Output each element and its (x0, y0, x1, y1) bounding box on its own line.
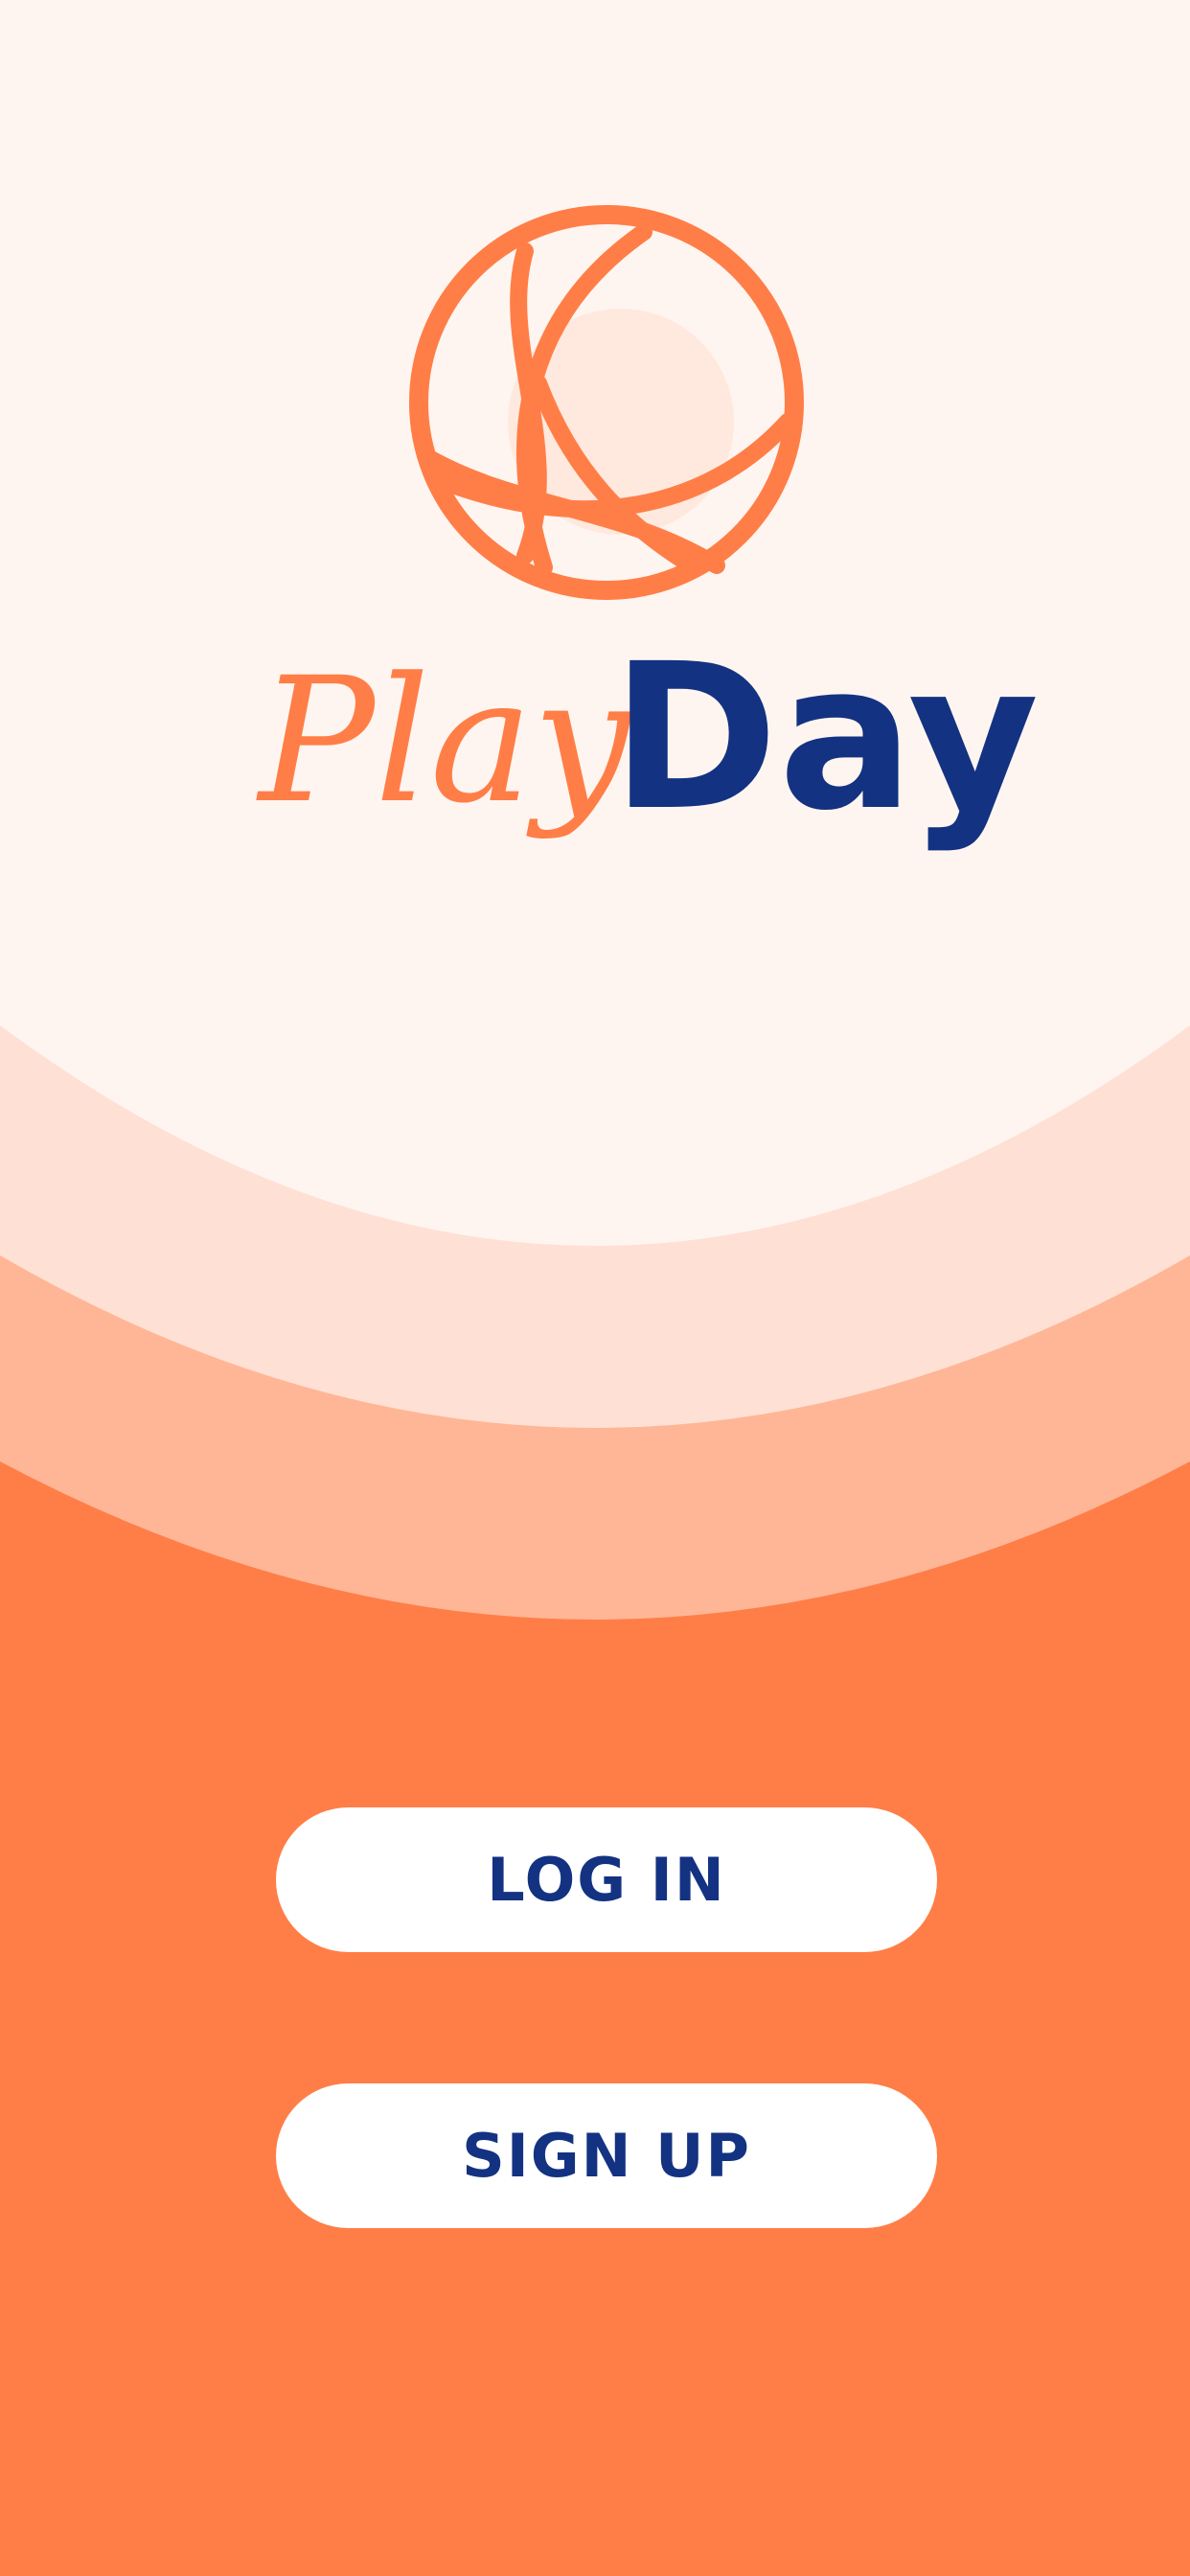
logo-word-day: Day (611, 620, 1039, 855)
signup-button[interactable]: SIGN UP (276, 2083, 937, 2228)
welcome-screen: Play Day LOG IN SIGN UP (0, 0, 1190, 2576)
login-button-label: LOG IN (487, 1845, 726, 1915)
basketball-icon (409, 205, 804, 600)
logo-word-play: Play (256, 641, 632, 841)
app-logo: Play Day (256, 205, 1039, 855)
wave-band-orange (0, 1461, 1190, 2576)
login-button[interactable]: LOG IN (276, 1807, 937, 1952)
signup-button-label: SIGN UP (462, 2121, 751, 2191)
